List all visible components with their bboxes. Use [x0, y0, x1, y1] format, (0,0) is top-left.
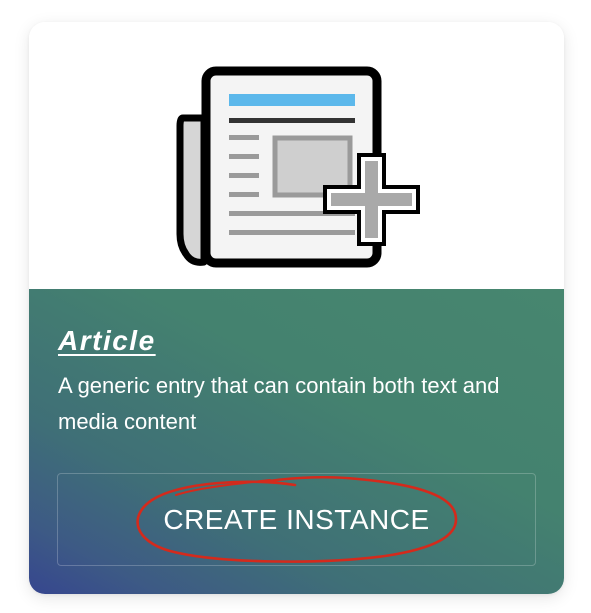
- card-body: Article A generic entry that can contain…: [29, 289, 564, 594]
- template-card: Article A generic entry that can contain…: [29, 22, 564, 594]
- card-title[interactable]: Article: [58, 324, 156, 358]
- newspaper-add-icon: [176, 66, 420, 268]
- card-media: [29, 22, 564, 289]
- create-instance-button[interactable]: CREATE INSTANCE: [57, 473, 536, 566]
- card-description: A generic entry that can contain both te…: [58, 373, 500, 434]
- page: Article A generic entry that can contain…: [0, 0, 591, 613]
